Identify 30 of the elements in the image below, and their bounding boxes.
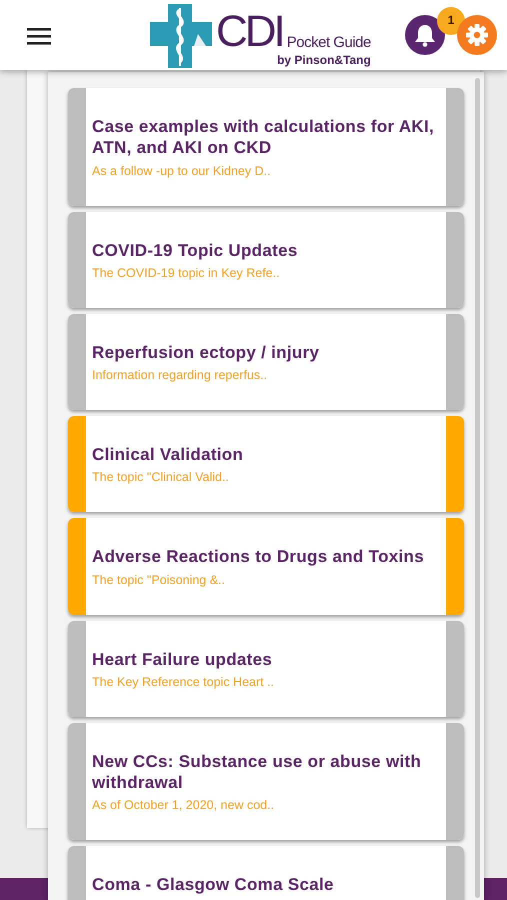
update-card[interactable]: Clinical Validation The topic "Clinical Valid.. xyxy=(68,416,464,512)
logo-wordmark: CDI xyxy=(216,10,283,54)
update-title: Coma - Glasgow Coma Scale xyxy=(92,874,335,896)
logo-byline: by Pinson&Tang xyxy=(277,54,371,66)
update-title: Case examples with calculations for AKI, ATN, and AKI on CKD xyxy=(92,116,436,158)
update-snippet: Information regarding reperfus.. xyxy=(92,368,268,383)
menu-icon xyxy=(27,26,51,46)
update-snippet: As a follow -up to our Kidney D.. xyxy=(92,164,272,178)
logo-tagline: Pocket Guide xyxy=(286,35,371,50)
settings-button[interactable] xyxy=(457,15,497,55)
notifications-button[interactable] xyxy=(405,15,445,55)
update-title: Clinical Validation xyxy=(92,444,244,466)
update-snippet: As of October 1, 2020, new cod.. xyxy=(92,798,276,814)
update-title: Adverse Reactions to Drugs and Toxins xyxy=(92,546,425,568)
update-title: Reperfusion ectopy / injury xyxy=(92,342,320,363)
update-title: New CCs: Substance use or abuse with withdrawal xyxy=(92,750,422,794)
update-card[interactable]: COVID-19 Topic Updates The COVID-19 topic in Key Refe.. xyxy=(68,212,464,308)
update-card[interactable]: Reperfusion ectopy / injury Information regarding reperfus.. xyxy=(68,314,464,410)
update-snippet: The topic "Clinical Valid.. xyxy=(92,470,230,486)
update-title: COVID-19 Topic Updates xyxy=(92,240,299,261)
update-card[interactable]: Adverse Reactions to Drugs and Toxins The topic "Poisoning &.. xyxy=(68,518,464,614)
update-snippet: The COVID-19 topic in Key Refe.. xyxy=(92,266,281,281)
update-snippet: The Key Reference topic Heart .. xyxy=(92,674,276,690)
update-card[interactable]: Heart Failure updates The Key Reference topic Heart .. xyxy=(68,620,464,717)
update-card[interactable]: New CCs: Substance use or abuse with withdrawal As of October 1, 2020, new cod.. xyxy=(68,722,464,840)
update-title: Heart Failure updates xyxy=(92,648,274,670)
update-card[interactable]: Case examples with calculations for AKI, ATN, and AKI on CKD As a follow -up to our Kidney D.. xyxy=(68,88,464,206)
bell-icon xyxy=(414,23,436,47)
update-snippet: The topic "Poisoning &.. xyxy=(92,572,226,588)
update-card[interactable]: Coma - Glasgow Coma Scale xyxy=(68,846,464,900)
